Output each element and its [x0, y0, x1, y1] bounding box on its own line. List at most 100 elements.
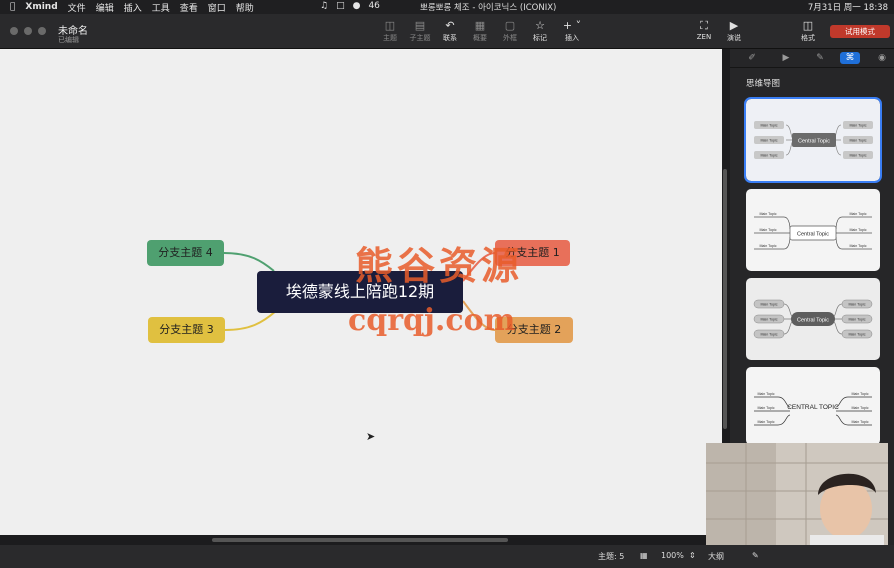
card1-central-label: Central Topic	[798, 139, 830, 145]
structure-card-2[interactable]: Central Topic Main Topic Main Topic Main…	[746, 189, 880, 271]
relationship-button[interactable]: ↶ 联系	[434, 19, 466, 43]
pitch-tab-icon[interactable]: ▶	[776, 52, 796, 64]
card3-topic-label: Main Topic	[848, 333, 865, 337]
sidebar-title: 思维导图	[746, 79, 781, 89]
structure-card-4[interactable]: CENTRAL TOPIC Main Topic Main Topic Main…	[746, 367, 880, 445]
card1-topic-label: Main Topic	[760, 139, 777, 143]
card3-topic-label: Main Topic	[760, 318, 777, 322]
card3-topic-label: Main Topic	[848, 303, 865, 307]
menu-file[interactable]: 文件	[68, 1, 86, 14]
marker-button[interactable]: ☆ 标记	[524, 19, 556, 43]
menu-tools[interactable]: 工具	[152, 1, 170, 14]
summary-button[interactable]: ▦ 概要	[464, 19, 496, 43]
close-button[interactable]	[10, 27, 18, 35]
card2-topic-label: Main Topic	[759, 228, 776, 232]
pointer-icon: ➤	[366, 430, 376, 443]
structure-preview-1: Central Topic Main Topic Main Topic Main…	[754, 121, 873, 159]
structure-preview-3: Central Topic Main Topic Main Topic Main…	[753, 299, 873, 339]
structure-tab-icon[interactable]: ⌘	[840, 52, 860, 64]
trial-mode-button[interactable]: 试用模式	[830, 25, 890, 38]
horizontal-scroll-thumb[interactable]	[212, 538, 508, 542]
card1-topic-label: Main Topic	[849, 139, 866, 143]
play-icon: ▶	[729, 19, 739, 32]
boundary-icon: ▢	[504, 19, 516, 32]
subtopic-button[interactable]: ▤ 子主题	[404, 19, 436, 43]
menu-app[interactable]: Xmind	[25, 2, 57, 12]
status-bar: 主题: 5 ▦ 100% ⇕ 大纲 ✎	[0, 545, 894, 568]
card2-topic-label: Main Topic	[849, 228, 866, 232]
structure-preview-4: CENTRAL TOPIC Main Topic Main Topic Main…	[754, 392, 872, 426]
present-button[interactable]: ▶ 演说	[718, 19, 750, 43]
card4-topic-label: Main Topic	[851, 392, 868, 396]
insert-button[interactable]: + ˅ 插入	[556, 19, 588, 43]
card3-topic-label: Main Topic	[760, 333, 777, 337]
theme-tab-icon[interactable]: ◉	[872, 52, 892, 64]
zoom-button[interactable]	[38, 27, 46, 35]
horizontal-scrollbar[interactable]	[0, 535, 730, 545]
branch-topic-4[interactable]: 分支主题 4	[147, 240, 224, 266]
system-menubar:  Xmind 文件 编辑 插入 工具 查看 窗口 帮助 ♫ □ ● 46 뽀롱…	[0, 0, 894, 14]
webcam-overlay	[706, 443, 888, 545]
sidebar-tabs: ✐ ▶ ✎ ⌘ ◉	[730, 49, 894, 68]
subtopic-icon: ▤	[414, 19, 426, 32]
card3-central-label: Central Topic	[797, 318, 829, 324]
document-status: 已编辑	[58, 36, 79, 44]
format-button[interactable]: ◫ 格式	[792, 19, 824, 43]
summary-icon: ▦	[474, 19, 486, 32]
music-icon[interactable]: ♫	[320, 1, 328, 11]
structure-card-1[interactable]: Central Topic Main Topic Main Topic Main…	[744, 97, 882, 183]
card4-topic-label: Main Topic	[757, 406, 774, 410]
branch-topic-3[interactable]: 分支主题 3	[148, 317, 225, 343]
boundary-button[interactable]: ▢ 外框	[494, 19, 526, 43]
zen-button[interactable]: ⛶ ZEN	[688, 19, 720, 41]
comment-icon[interactable]: ✎	[752, 551, 759, 560]
mindmap-canvas[interactable]: 埃德蒙线上陪跑12期 分支主题 4 分支主题 3 分支主题 1 分支主题 2 熊…	[0, 49, 722, 535]
card2-topic-label: Main Topic	[849, 244, 866, 248]
panel-icon: ◫	[802, 19, 814, 32]
card2-central-label: Central Topic	[797, 232, 829, 238]
now-playing: 뽀롱뽀롱 체조 - 아이코닉스 (ICONIX)	[420, 3, 557, 13]
window-controls	[10, 27, 46, 35]
apple-icon[interactable]: 	[10, 2, 15, 12]
card4-topic-label: Main Topic	[851, 420, 868, 424]
fullscreen-icon: ⛶	[700, 19, 708, 32]
zoom-level[interactable]: 100%	[661, 551, 684, 560]
card4-central-label: CENTRAL TOPIC	[787, 404, 839, 411]
wechat-icon[interactable]: ●	[353, 1, 361, 11]
card4-topic-label: Main Topic	[757, 392, 774, 396]
webcam-video	[706, 443, 888, 545]
menu-insert[interactable]: 插入	[124, 1, 142, 14]
plus-icon: + ˅	[562, 19, 582, 32]
card4-topic-label: Main Topic	[757, 420, 774, 424]
connector-b3	[224, 310, 277, 331]
menu-view[interactable]: 查看	[180, 1, 198, 14]
watermark-text: 熊谷资源	[355, 243, 524, 288]
vertical-scroll-thumb[interactable]	[723, 169, 727, 429]
watermark-url: cqrqj.com	[348, 303, 516, 338]
style-tab-icon[interactable]: ✐	[742, 52, 762, 64]
clock[interactable]: 7月31日 周一 18:38	[808, 1, 888, 13]
map-icon[interactable]: ▦	[640, 551, 648, 560]
card2-topic-label: Main Topic	[849, 212, 866, 216]
menu-edit[interactable]: 编辑	[96, 1, 114, 14]
minimize-button[interactable]	[24, 27, 32, 35]
outline-button[interactable]: 大纲	[708, 551, 724, 562]
topic-icon: ◫	[384, 19, 396, 32]
tray-count: 46	[368, 1, 380, 11]
card1-topic-label: Main Topic	[760, 124, 777, 128]
connector-b4	[223, 252, 275, 272]
card3-topic-label: Main Topic	[848, 318, 865, 322]
menu-window[interactable]: 窗口	[208, 1, 226, 14]
topic-count: 主题: 5	[598, 552, 625, 561]
structure-card-3[interactable]: Central Topic Main Topic Main Topic Main…	[746, 278, 880, 360]
notes-tab-icon[interactable]: ✎	[810, 52, 830, 64]
zoom-stepper-icon[interactable]: ⇕	[689, 551, 696, 560]
topic-button[interactable]: ◫ 主题	[374, 19, 406, 43]
card2-topic-label: Main Topic	[759, 244, 776, 248]
card1-topic-label: Main Topic	[760, 154, 777, 158]
tray: ♫ □ ● 46	[320, 1, 380, 11]
relationship-icon: ↶	[445, 19, 455, 32]
word-icon[interactable]: □	[336, 1, 345, 11]
card2-topic-label: Main Topic	[759, 212, 776, 216]
menu-help[interactable]: 帮助	[236, 1, 254, 14]
